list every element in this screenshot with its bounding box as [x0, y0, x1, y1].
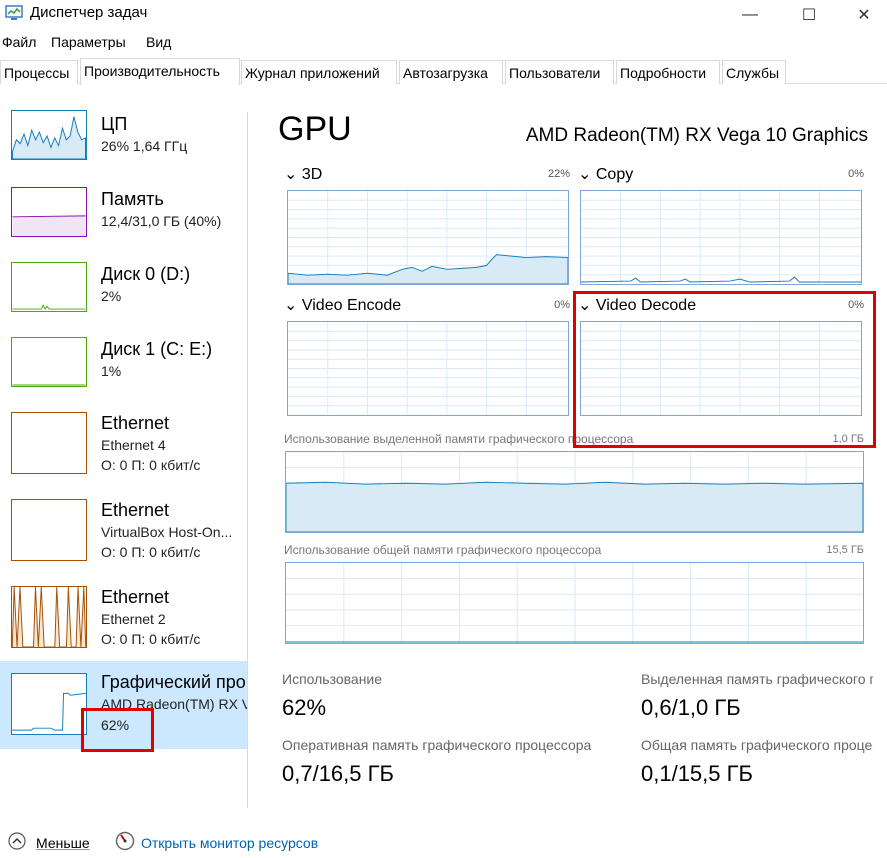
tab-performance[interactable]: Производительность	[80, 58, 240, 85]
engine-copy-graph	[580, 190, 862, 285]
stat-dedicated-label-wrap: Выделенная память графического процессор…	[641, 671, 873, 691]
stat-shared-value: 0,1/15,5 ГБ	[641, 761, 753, 786]
sidebar-item-ethernet-4[interactable]: Ethernet Ethernet 4 О: 0 П: 0 кбит/с	[0, 412, 247, 487]
chevron-down-icon: ⌄	[578, 166, 592, 183]
shared-memory-max: 15,5 ГБ	[826, 544, 864, 556]
chevron-down-icon: ⌄	[284, 297, 298, 314]
minimize-button[interactable]: —	[727, 0, 773, 30]
ethernet4-thumbnail-graph	[11, 412, 87, 474]
gpu-model-name: AMD Radeon(TM) RX Vega 10 Graphics	[525, 125, 868, 146]
dedicated-memory-graph	[285, 451, 864, 533]
sidebar-item-disk0[interactable]: Диск 0 (D:) 2%	[0, 262, 247, 337]
sidebar-item-detail: 26% 1,64 ГГц	[101, 138, 188, 154]
cpu-thumbnail-graph	[11, 110, 87, 160]
sidebar-item-detail: 1%	[101, 363, 122, 379]
engine-selector-video-encode[interactable]: ⌄ Video Encode	[284, 295, 401, 315]
sidebar-item-disk1[interactable]: Диск 1 (C: E:) 1%	[0, 337, 247, 412]
tab-details[interactable]: Подробности	[616, 60, 720, 84]
gpu-thumbnail-graph	[11, 673, 87, 735]
ethernet-virtualbox-thumbnail-graph	[11, 499, 87, 561]
shared-memory-label: Использование общей памяти графического …	[284, 543, 602, 557]
sidebar-item-throughput: О: 0 П: 0 кбит/с	[101, 631, 201, 647]
shared-memory-graph	[285, 562, 864, 644]
menu-options[interactable]: Параметры	[51, 34, 126, 50]
sidebar-item-ethernet-virtualbox[interactable]: Ethernet VirtualBox Host-On... О: 0 П: 0…	[0, 499, 247, 574]
sidebar-item-name: Графический процессор 0	[101, 672, 247, 692]
menu-file[interactable]: Файл	[2, 34, 36, 50]
highlight-box-video-decode	[573, 291, 876, 448]
menu-view[interactable]: Вид	[146, 34, 171, 50]
tab-startup[interactable]: Автозагрузка	[399, 60, 503, 84]
bottom-bar: Меньше Открыть монитор ресурсов	[0, 826, 887, 856]
highlight-box-gpu-usage	[81, 708, 154, 752]
sidebar-item-detail: Ethernet 4	[101, 437, 166, 453]
sidebar-item-name: Диск 0 (D:)	[101, 264, 191, 284]
engine-selector-copy[interactable]: ⌄ Copy	[578, 164, 633, 184]
window-title: Диспетчер задач	[30, 4, 148, 21]
task-manager-icon	[5, 5, 23, 20]
stat-usage-value: 62%	[282, 695, 327, 720]
sidebar: ЦП 26% 1,64 ГГц Память 12,4/31,0 ГБ (40%…	[0, 85, 247, 807]
fewer-details-button[interactable]: Меньше	[36, 835, 90, 851]
sidebar-item-name: Ethernet	[101, 587, 170, 607]
sidebar-item-throughput: О: 0 П: 0 кбит/с	[101, 457, 201, 473]
sidebar-item-detail: 12,4/31,0 ГБ (40%)	[101, 213, 222, 229]
stat-usage-label: Использование	[282, 671, 383, 687]
stat-shared-label-wrap: Общая память графического процессора	[641, 737, 873, 757]
stat-dedicated-value: 0,6/1,0 ГБ	[641, 695, 741, 720]
stat-gpu-ram-label: Оперативная память графического процессо…	[282, 737, 592, 753]
stat-shared-label: Общая память графического процессора	[641, 737, 873, 753]
ethernet2-thumbnail-graph	[11, 586, 87, 648]
engine-selector-3d[interactable]: ⌄ 3D	[284, 164, 322, 184]
engine-video-encode-percent: 0%	[554, 299, 570, 311]
sidebar-divider	[247, 112, 248, 808]
chevron-down-icon: ⌄	[284, 166, 298, 183]
tab-processes[interactable]: Процессы	[0, 60, 78, 84]
tab-services[interactable]: Службы	[722, 60, 786, 84]
sidebar-item-ethernet-2[interactable]: Ethernet Ethernet 2 О: 0 П: 0 кбит/с	[0, 586, 247, 661]
engine-copy-percent: 0%	[848, 168, 864, 180]
tab-bar: Процессы Производительность Журнал прило…	[0, 58, 887, 85]
sidebar-item-name: Ethernet	[101, 413, 170, 433]
sidebar-item-throughput: О: 0 П: 0 кбит/с	[101, 544, 201, 560]
sidebar-item-memory[interactable]: Память 12,4/31,0 ГБ (40%)	[0, 187, 247, 262]
maximize-button[interactable]: ☐	[786, 0, 832, 30]
sidebar-item-name: Память	[101, 189, 164, 209]
memory-thumbnail-graph	[11, 187, 87, 237]
title-bar: Диспетчер задач — ☐ ✕	[0, 0, 887, 30]
stat-gpu-ram-value: 0,7/16,5 ГБ	[282, 761, 394, 786]
open-resource-monitor-link[interactable]: Открыть монитор ресурсов	[141, 835, 318, 851]
engine-3d-percent: 22%	[547, 168, 570, 180]
engine-video-encode-graph	[287, 321, 569, 416]
sidebar-item-detail: Ethernet 2	[101, 611, 166, 627]
page-title: GPU	[278, 110, 352, 148]
sidebar-item-detail: VirtualBox Host-On...	[101, 524, 233, 540]
tab-app-history[interactable]: Журнал приложений	[241, 60, 397, 84]
engine-3d-graph	[287, 190, 569, 285]
disk0-thumbnail-graph	[11, 262, 87, 312]
sidebar-item-name: ЦП	[101, 114, 128, 134]
sidebar-item-name: Диск 1 (C: E:)	[101, 339, 213, 359]
chevron-up-circle-icon[interactable]	[8, 832, 26, 850]
sidebar-item-name: Ethernet	[101, 500, 170, 520]
resource-monitor-icon	[115, 831, 135, 851]
tab-users[interactable]: Пользователи	[505, 60, 614, 84]
sidebar-item-cpu[interactable]: ЦП 26% 1,64 ГГц	[0, 110, 247, 185]
close-button[interactable]: ✕	[841, 0, 887, 30]
disk1-thumbnail-graph	[11, 337, 87, 387]
stat-dedicated-label: Выделенная память графического процессор…	[641, 671, 873, 687]
sidebar-item-detail: 2%	[101, 288, 122, 304]
